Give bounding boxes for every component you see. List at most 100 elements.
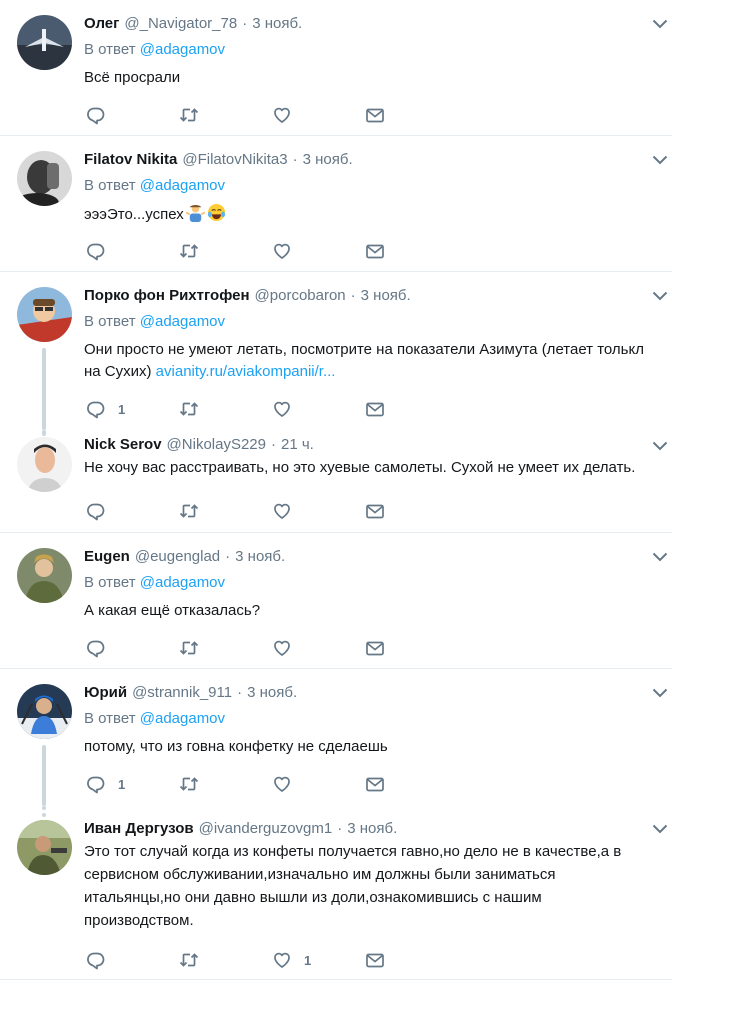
external-link[interactable]: avianity.ru/aviakompanii/r...: [156, 363, 336, 380]
retweet-button[interactable]: [179, 774, 272, 794]
reply-button[interactable]: [86, 501, 179, 521]
avatar[interactable]: [17, 684, 72, 739]
reply-button[interactable]: [86, 950, 179, 970]
timestamp[interactable]: 3 нояб.: [347, 819, 397, 839]
tears-of-joy-emoji-icon: [207, 203, 225, 222]
avatar[interactable]: [17, 548, 72, 603]
retweet-button[interactable]: [179, 241, 272, 261]
username[interactable]: @FilatovNikita3: [182, 150, 287, 170]
reply-button[interactable]: 1: [86, 399, 179, 419]
reply-icon: [86, 501, 106, 521]
reply-prefix: В ответ: [84, 41, 136, 58]
retweet-icon: [179, 399, 199, 419]
timestamp[interactable]: 21 ч.: [281, 435, 314, 455]
reply-button[interactable]: [86, 241, 179, 261]
tweet[interactable]: Юрий @strannik_911 · 3 нояб. В ответ @ad…: [0, 669, 672, 806]
reply-button[interactable]: [86, 105, 179, 125]
direct-message-button[interactable]: [365, 105, 385, 125]
like-button[interactable]: [272, 774, 365, 794]
tweet[interactable]: Filatov Nikita @FilatovNikita3 · 3 нояб.…: [0, 136, 672, 272]
username[interactable]: @NikolayS229: [167, 435, 266, 455]
retweet-button[interactable]: [179, 638, 272, 658]
like-button[interactable]: [272, 399, 365, 419]
tweet-text: Всё просрали: [84, 69, 181, 86]
timestamp[interactable]: 3 нояб.: [361, 286, 411, 306]
envelope-icon: [365, 774, 385, 794]
retweet-icon: [179, 774, 199, 794]
separator-dot: ·: [225, 548, 231, 565]
heart-icon: [272, 950, 292, 970]
tweet-text: потому, что из говна конфетку не сделаеш…: [84, 738, 388, 755]
like-button[interactable]: 1: [272, 950, 365, 970]
avatar[interactable]: [17, 437, 72, 492]
username[interactable]: @porcobaron: [255, 286, 346, 306]
username[interactable]: @eugenglad: [135, 547, 220, 567]
tweet-actions: [86, 501, 385, 521]
chevron-down-icon[interactable]: [652, 441, 668, 451]
avatar[interactable]: [17, 287, 72, 342]
like-button[interactable]: [272, 501, 365, 521]
chevron-down-icon[interactable]: [652, 155, 668, 165]
timestamp[interactable]: 3 нояб.: [303, 150, 353, 170]
reply-mention-link[interactable]: @adagamov: [140, 710, 225, 727]
chevron-down-icon[interactable]: [652, 291, 668, 301]
display-name[interactable]: Юрий: [84, 683, 127, 703]
reply-mention-link[interactable]: @adagamov: [140, 313, 225, 330]
retweet-button[interactable]: [179, 399, 272, 419]
timestamp[interactable]: 3 нояб.: [247, 683, 297, 703]
direct-message-button[interactable]: [365, 774, 385, 794]
display-name[interactable]: Nick Serov: [84, 435, 162, 455]
chevron-down-icon[interactable]: [652, 688, 668, 698]
username[interactable]: @ivanderguzovgm1: [199, 819, 333, 839]
direct-message-button[interactable]: [365, 399, 385, 419]
tweet[interactable]: Олег @_Navigator_78 · 3 нояб. В ответ @a…: [0, 0, 672, 136]
chevron-down-icon[interactable]: [652, 19, 668, 29]
chevron-down-icon[interactable]: [652, 552, 668, 562]
chevron-down-icon[interactable]: [652, 824, 668, 834]
avatar[interactable]: [17, 820, 72, 875]
envelope-icon: [365, 950, 385, 970]
envelope-icon: [365, 399, 385, 419]
reply-prefix: В ответ: [84, 574, 136, 591]
like-button[interactable]: [272, 241, 365, 261]
retweet-button[interactable]: [179, 501, 272, 521]
heart-icon: [272, 105, 292, 125]
like-button[interactable]: [272, 638, 365, 658]
tweet[interactable]: Порко фон Рихтгофен @porcobaron · 3 нояб…: [0, 272, 672, 430]
display-name[interactable]: Filatov Nikita: [84, 150, 177, 170]
reply-mention-link[interactable]: @adagamov: [140, 177, 225, 194]
reply-context: В ответ @adagamov: [84, 176, 664, 196]
display-name[interactable]: Порко фон Рихтгофен: [84, 286, 250, 306]
reply-mention-link[interactable]: @adagamov: [140, 41, 225, 58]
tweet-header: Юрий @strannik_911 · 3 нояб.: [84, 683, 664, 703]
separator-dot: ·: [350, 287, 356, 304]
tweet-actions: [86, 638, 385, 658]
like-button[interactable]: [272, 105, 365, 125]
avatar[interactable]: [17, 15, 72, 70]
avatar[interactable]: [17, 151, 72, 206]
timestamp[interactable]: 3 нояб.: [235, 547, 285, 567]
direct-message-button[interactable]: [365, 241, 385, 261]
display-name[interactable]: Eugen: [84, 547, 130, 567]
username[interactable]: @strannik_911: [132, 683, 232, 703]
direct-message-button[interactable]: [365, 638, 385, 658]
timestamp[interactable]: 3 нояб.: [252, 14, 302, 34]
display-name[interactable]: Иван Дергузов: [84, 819, 194, 839]
retweet-button[interactable]: [179, 950, 272, 970]
tweet[interactable]: Eugen @eugenglad · 3 нояб. В ответ @adag…: [0, 533, 672, 669]
direct-message-button[interactable]: [365, 950, 385, 970]
tweet-header: Nick Serov @NikolayS229 · 21 ч.: [84, 435, 664, 455]
tweet[interactable]: Nick Serov @NikolayS229 · 21 ч. Не хочу …: [0, 430, 672, 533]
retweet-button[interactable]: [179, 105, 272, 125]
reply-mention-link[interactable]: @adagamov: [140, 574, 225, 591]
separator-dot: ·: [242, 15, 248, 32]
direct-message-button[interactable]: [365, 501, 385, 521]
tweet-text: Не хочу вас расстраивать, но это хуевые …: [84, 459, 636, 476]
heart-icon: [272, 638, 292, 658]
tweet[interactable]: Иван Дергузов @ivanderguzovgm1 · 3 нояб.…: [0, 806, 672, 980]
display-name[interactable]: Олег: [84, 14, 119, 34]
reply-icon: [86, 241, 106, 261]
reply-button[interactable]: 1: [86, 774, 179, 794]
username[interactable]: @_Navigator_78: [124, 14, 237, 34]
reply-button[interactable]: [86, 638, 179, 658]
